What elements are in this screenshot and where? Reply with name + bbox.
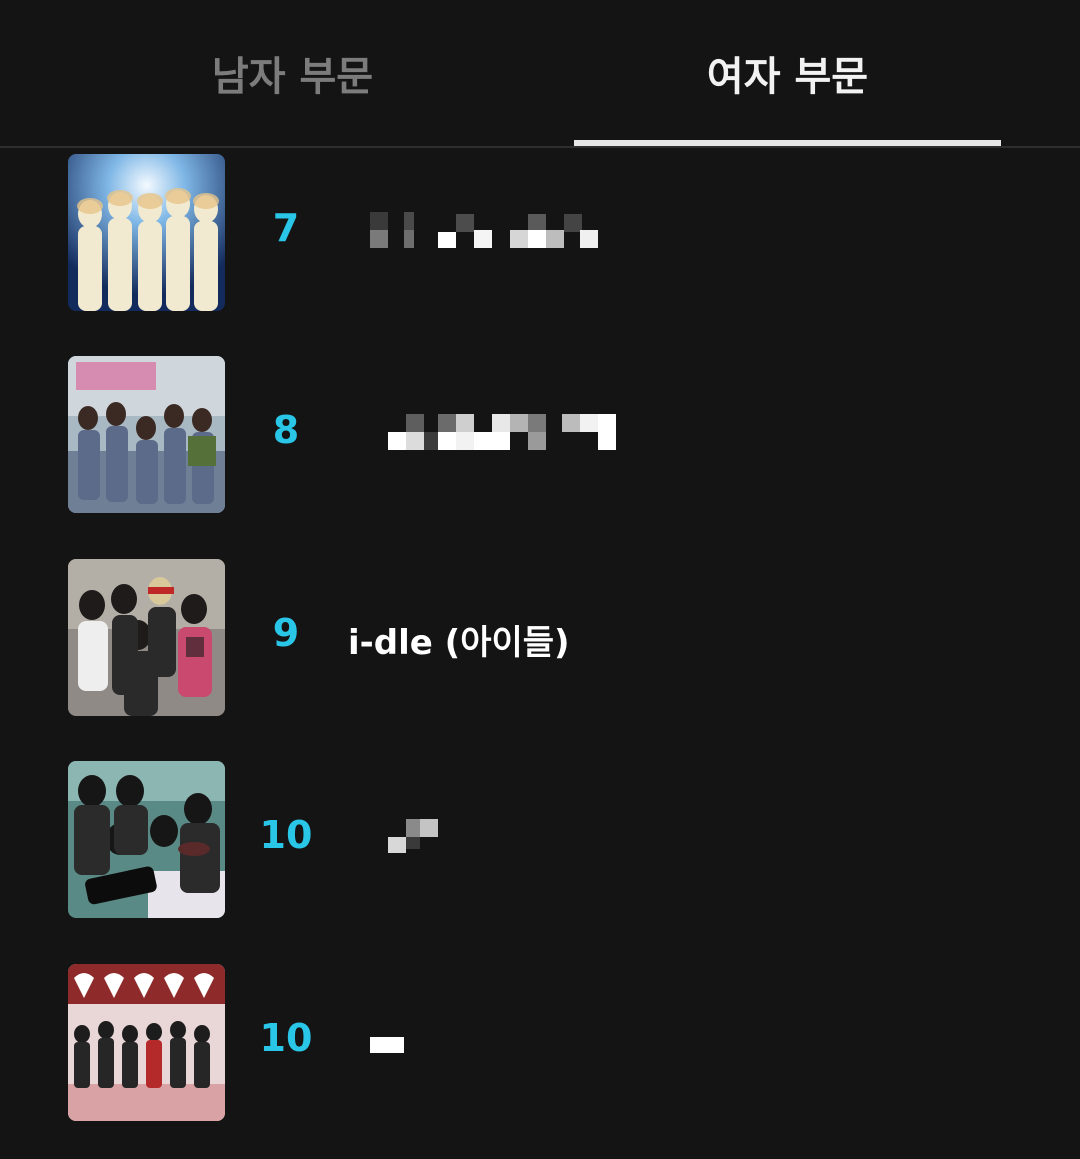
ranking-row[interactable]: 10 [0,761,1080,921]
ranking-row[interactable]: 7 [0,154,1080,314]
rank-number: 10 [259,1016,313,1060]
rank-number: 9 [272,611,300,655]
group-photo-thumbnail [68,154,225,311]
group-photo-thumbnail [68,559,225,716]
tab-female-category[interactable]: 여자 부문 [574,0,1001,146]
rank-number: 10 [259,813,313,857]
rank-number: 7 [272,206,300,250]
active-tab-indicator [574,140,1001,146]
rank-number: 8 [272,408,300,452]
tab-male-category[interactable]: 남자 부문 [0,0,585,146]
group-photo-thumbnail [68,356,225,513]
ranking-row[interactable]: 8 [0,356,1080,516]
ranking-row[interactable]: 9 i-dle (아이들) [0,559,1080,719]
ranking-row[interactable]: 10 [0,964,1080,1124]
group-photo-thumbnail [68,761,225,918]
group-name: i-dle (아이들) [348,623,570,663]
group-photo-thumbnail [68,964,225,1121]
category-tabs: 남자 부문 여자 부문 [0,0,1080,148]
